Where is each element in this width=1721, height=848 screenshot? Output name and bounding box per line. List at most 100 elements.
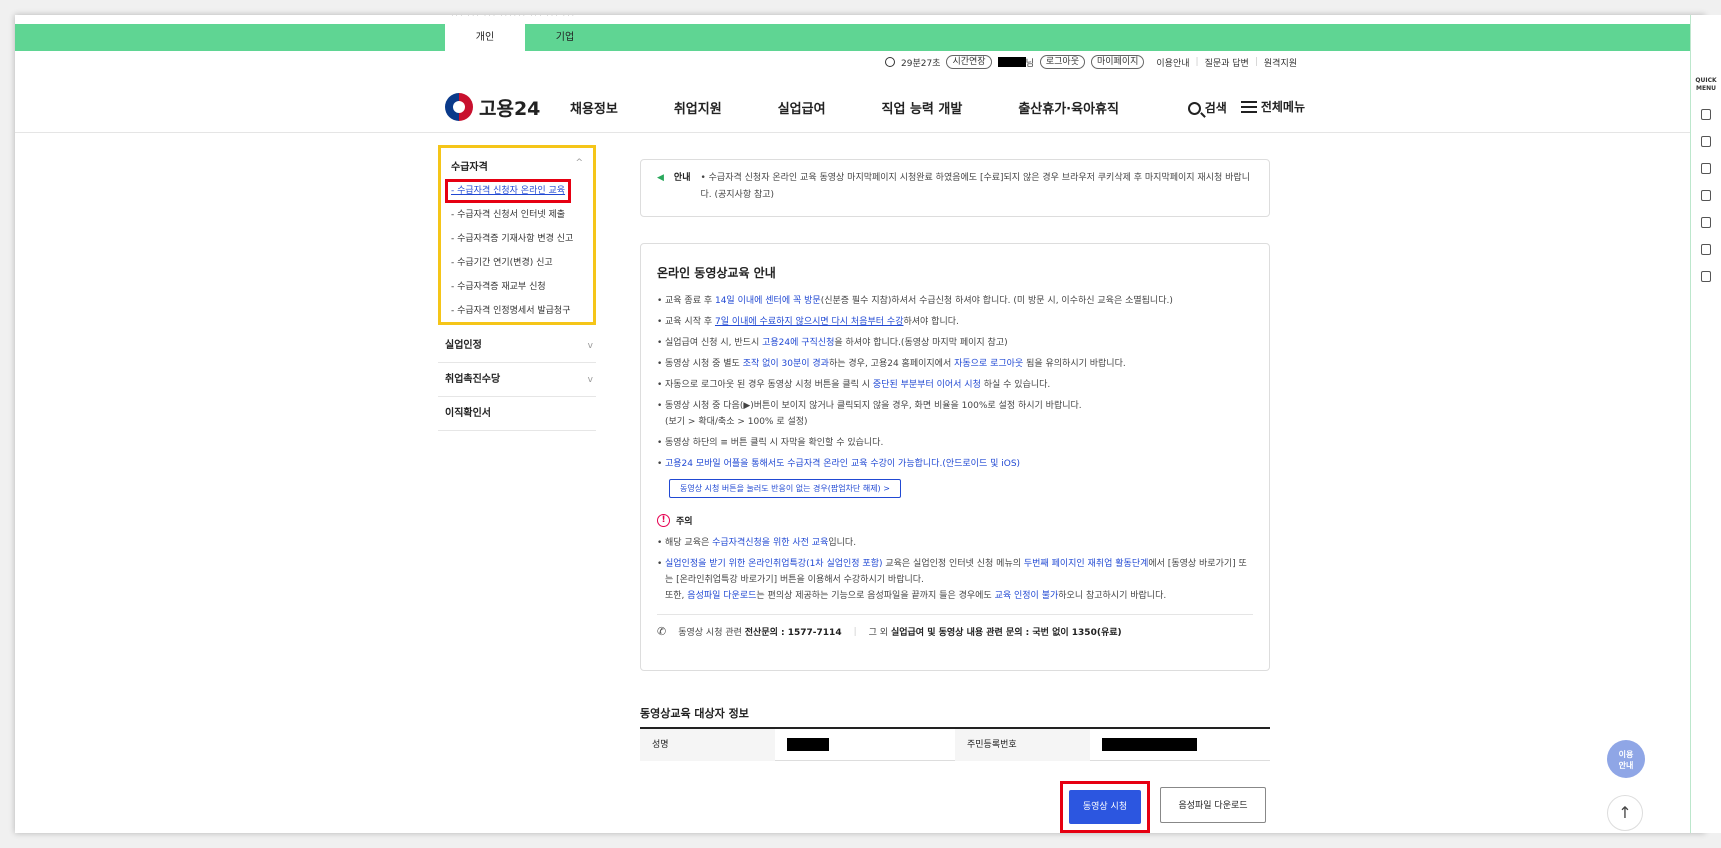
- divider: |: [1195, 57, 1199, 67]
- list-item: 교육 시작 후 7일 이내에 수료하지 않으시면 다시 처음부터 수강하셔야 합…: [657, 314, 1253, 330]
- sidebar-item-reissue[interactable]: - 수급자격증 재교부 신청: [441, 275, 593, 299]
- sidebar-section-eligibility: 수급자격 ^ - 수급자격 신청자 온라인 교육 - 수급자격 신청서 인터넷 …: [438, 145, 596, 325]
- user-suffix: 님: [1025, 58, 1034, 69]
- target-info-table: 성명 주민등록번호: [640, 727, 1270, 761]
- list-item: 동영상 하단의 ≡ 버튼 클릭 시 자막을 확인할 수 있습니다.: [657, 435, 1253, 451]
- main-header: 고용24 채용정보 취업지원 실업급여 직업 능력 개발 출산휴가·육아휴직 검…: [445, 87, 1305, 127]
- list-item: 해당 교육은 수급자격신청을 위한 사전 교육입니다.: [657, 535, 1253, 551]
- link-usage-guide[interactable]: 이용안내: [1156, 56, 1189, 69]
- sidebar-group-label: 이직확인서: [445, 408, 491, 419]
- action-buttons: 동영상 시청 음성파일 다운로드: [1060, 781, 1266, 833]
- all-menu-button[interactable]: 전체메뉴: [1240, 98, 1305, 117]
- megaphone-icon: ◀: [657, 173, 664, 183]
- contact-info: ✆ 동영상 시청 관련 전산문의 : 1577-7114 | 그 외 실업급여 …: [657, 614, 1253, 638]
- list-item: 자동으로 로그아웃 된 경우 동영상 시청 버튼을 클릭 시 중단된 부분부터 …: [657, 377, 1253, 393]
- sidebar-section-header[interactable]: 수급자격 ^: [441, 154, 593, 177]
- tab-personal[interactable]: 개인: [445, 24, 525, 51]
- document-icon[interactable]: [1701, 109, 1711, 120]
- divider: |: [853, 626, 857, 637]
- sidebar-group-label: 실업인정: [445, 340, 482, 351]
- chevron-down-icon: v: [587, 341, 593, 351]
- phone-icon: ✆: [657, 625, 667, 638]
- rrn-label: 주민등록번호: [955, 728, 1090, 761]
- grid-icon[interactable]: [1701, 190, 1711, 201]
- monitor-icon[interactable]: [1701, 163, 1711, 174]
- all-menu-label: 전체메뉴: [1260, 99, 1305, 114]
- sidebar-group-label: 취업촉진수당: [445, 374, 501, 385]
- smile-icon[interactable]: [1701, 217, 1711, 228]
- utility-bar: 29분27초 시간연장 님 로그아웃 마이페이지 이용안내 | 질문과 답변 |…: [885, 55, 1297, 69]
- guide-box: 온라인 동영상교육 안내 교육 종료 후 14일 이내에 센터에 꼭 방문(신분…: [640, 243, 1270, 671]
- user-type-bar: 개인 기업: [15, 24, 1705, 51]
- extend-time-button[interactable]: 시간연장: [946, 55, 992, 69]
- building-icon[interactable]: [1701, 244, 1711, 255]
- tab-business[interactable]: 기업: [525, 24, 605, 51]
- scroll-top-button[interactable]: ↑: [1607, 795, 1643, 831]
- list-item: 실업급여 신청 시, 반드시 고용24에 구직신청을 하셔야 합니다.(동영상 …: [657, 335, 1253, 351]
- logo-text: 고용24: [479, 97, 541, 120]
- header-actions: 검색 전체메뉴: [1187, 98, 1305, 117]
- search-icon: [1187, 101, 1201, 115]
- sidebar-item-unemployment-recognition[interactable]: 실업인정 v: [438, 329, 596, 363]
- site-logo[interactable]: 고용24: [445, 93, 570, 121]
- mypage-button[interactable]: 마이페이지: [1091, 55, 1145, 69]
- nav-maternity-leave[interactable]: 출산휴가·육아휴직: [1018, 98, 1119, 117]
- user-icon[interactable]: [1701, 271, 1711, 282]
- chevron-up-icon: ^: [575, 158, 583, 168]
- contact-other: 그 외 실업급여 및 동영상 내용 관련 문의 : 국번 없이 1350(유료): [868, 628, 1122, 638]
- nav-vocational-training[interactable]: 직업 능력 개발: [882, 98, 963, 117]
- name-value: [775, 738, 955, 751]
- left-sidebar: 수급자격 ^ - 수급자격 신청자 온라인 교육 - 수급자격 신청서 인터넷 …: [438, 145, 600, 431]
- sidebar-item-certificate[interactable]: - 수급자격 인정명세서 발급청구: [441, 299, 593, 323]
- sidebar-item-online-education[interactable]: - 수급자격 신청자 온라인 교육: [445, 179, 572, 203]
- link-remote-support[interactable]: 원격지원: [1264, 56, 1297, 69]
- chat-icon[interactable]: [1701, 136, 1711, 147]
- chevron-down-icon: v: [587, 375, 593, 385]
- exclamation-icon: !: [657, 514, 670, 527]
- sidebar-item-separation-certificate[interactable]: 이직확인서: [438, 397, 596, 431]
- name-label: 성명: [640, 728, 775, 761]
- popup-unblock-button[interactable]: 동영상 시청 버튼을 눌러도 반응이 없는 경우(팝업차단 해제) >: [669, 479, 901, 498]
- taegeuk-logo-icon: [445, 93, 473, 121]
- list-item: 동영상 시청 중 다음(▶)버튼이 보이지 않거나 클릭되지 않을 경우, 화면…: [657, 398, 1253, 430]
- guide-list: 교육 종료 후 14일 이내에 센터에 꼭 방문(신분증 필수 지참)하셔서 수…: [657, 293, 1253, 472]
- main-nav: 채용정보 취업지원 실업급여 직업 능력 개발 출산휴가·육아휴직: [570, 98, 1175, 117]
- session-timer: 29분27초: [901, 58, 941, 69]
- caution-header: ! 주의: [657, 514, 1253, 527]
- logout-button[interactable]: 로그아웃: [1039, 55, 1085, 69]
- search-button[interactable]: 검색: [1187, 99, 1227, 116]
- nav-employment-support[interactable]: 취업지원: [674, 98, 722, 117]
- watch-video-button[interactable]: 동영상 시청: [1069, 790, 1141, 824]
- browser-page: *** *** *** ****** *** *** *** 개인 기업 29분…: [15, 15, 1705, 833]
- list-item: 고용24 모바일 어플을 통해서도 수급자격 온라인 교육 수강이 가능합니다.…: [657, 456, 1253, 472]
- usage-guide-fab[interactable]: 이용 안내: [1607, 740, 1645, 778]
- sidebar-item-change-report[interactable]: - 수급자격증 기재사항 변경 신고: [441, 227, 593, 251]
- rrn-value: [1090, 738, 1270, 751]
- notice-box: ◀ 안내 • 수급자격 신청자 온라인 교육 동영상 마지막페이지 시청완료 하…: [640, 159, 1270, 217]
- divider: |: [1254, 57, 1258, 67]
- contact-it: 동영상 시청 관련 전산문의 : 1577-7114: [678, 628, 842, 638]
- notice-label: 안내: [673, 173, 691, 183]
- nav-jobs[interactable]: 채용정보: [570, 98, 618, 117]
- notice-text: • 수급자격 신청자 온라인 교육 동영상 마지막페이지 시청완료 하였음에도 …: [700, 173, 1250, 200]
- clock-icon: [885, 57, 895, 67]
- quick-menu-title: QUICK MENU: [1695, 77, 1717, 92]
- audio-download-button[interactable]: 음성파일 다운로드: [1160, 787, 1266, 823]
- sidebar-section-title: 수급자격: [451, 162, 488, 173]
- list-item: 실업인정을 받기 위한 온라인취업특강(1차 실업인정 포함) 교육은 실업인정…: [657, 556, 1253, 604]
- sidebar-item-job-promotion[interactable]: 취업촉진수당 v: [438, 363, 596, 397]
- sidebar-item-period-extension[interactable]: - 수급기간 연기(변경) 신고: [441, 251, 593, 275]
- hamburger-icon: [1240, 98, 1257, 116]
- sidebar-item-internet-submission[interactable]: - 수급자격 신청서 인터넷 제출: [441, 203, 593, 227]
- link-qna[interactable]: 질문과 답변: [1205, 56, 1249, 69]
- list-item: 동영상 시청 중 별도 조작 없이 30분이 경과하는 경우, 고용24 홈페이…: [657, 356, 1253, 372]
- list-item: 교육 종료 후 14일 이내에 센터에 꼭 방문(신분증 필수 지참)하셔서 수…: [657, 293, 1253, 309]
- highlight-box: 동영상 시청: [1060, 781, 1150, 833]
- header-divider: [15, 132, 1705, 133]
- guide-title: 온라인 동영상교육 안내: [657, 266, 776, 280]
- quick-menu-panel: QUICK MENU: [1690, 15, 1721, 833]
- redacted-username: [997, 57, 1026, 67]
- nav-unemployment-benefits[interactable]: 실업급여: [778, 98, 826, 117]
- search-label: 검색: [1204, 100, 1227, 115]
- top-strip: *** *** *** ****** *** *** ***: [450, 15, 576, 21]
